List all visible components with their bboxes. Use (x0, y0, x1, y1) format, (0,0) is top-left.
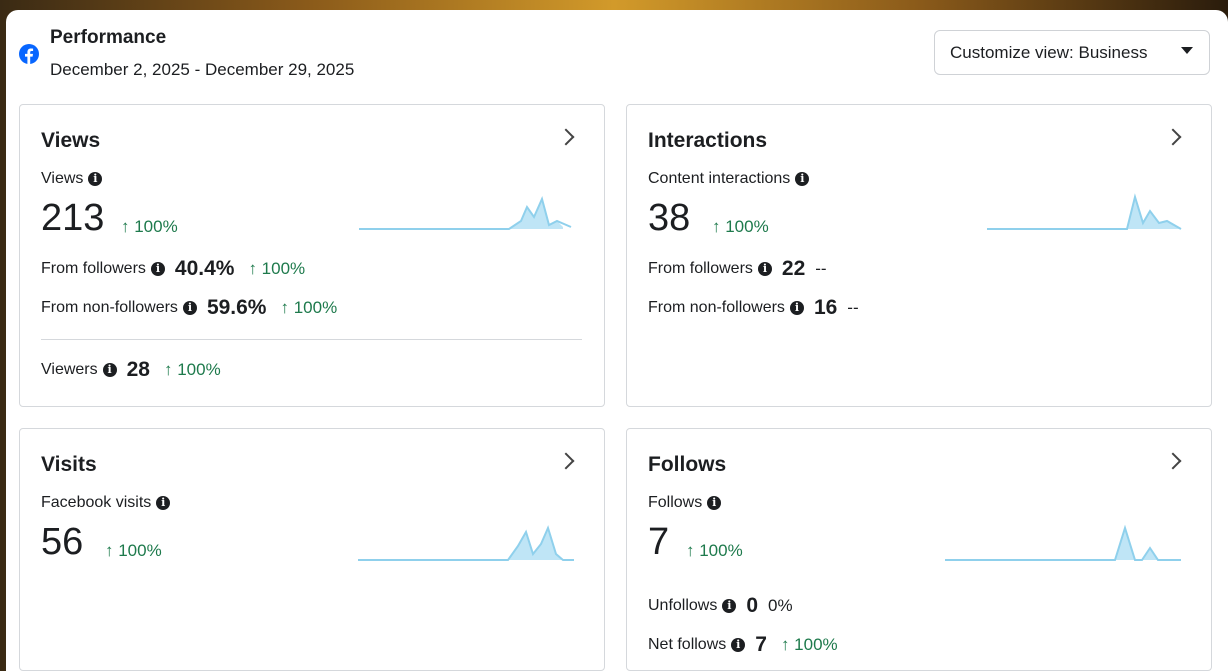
interactions-from-non-followers: From non-followers i 16 -- (648, 296, 859, 320)
info-icon[interactable]: i (156, 496, 171, 510)
follows-card[interactable]: Follows Follows i 7 ↑ 100% Unfollows i 0… (626, 428, 1212, 671)
row-value: 7 (755, 633, 767, 656)
row-label: Net follows (648, 636, 727, 653)
row-label: From followers (41, 260, 146, 277)
interactions-from-followers: From followers i 22 -- (648, 257, 827, 281)
customize-view-dropdown[interactable]: Customize view: Business (934, 30, 1210, 75)
views-from-non-followers: From non-followers i 59.6% ↑ 100% (41, 296, 337, 320)
row-value: 0 (746, 594, 759, 617)
follows-change: ↑ 100% (686, 541, 743, 560)
row-change: ↑ 100% (280, 298, 338, 317)
info-icon[interactable]: i (88, 172, 103, 186)
caret-down-icon (1181, 47, 1193, 54)
row-value: 40.4% (174, 257, 235, 280)
follows-unfollows: Unfollows i 0 0% (648, 594, 793, 618)
row-label: Viewers (41, 361, 98, 378)
row-value: 16 (813, 296, 838, 319)
metric-label-text: Facebook visits (41, 494, 152, 511)
row-label: From followers (648, 260, 753, 277)
row-value: 28 (126, 358, 150, 381)
views-from-followers: From followers i 40.4% ↑ 100% (41, 257, 305, 281)
info-icon[interactable]: i (795, 172, 810, 186)
chevron-right-icon[interactable] (1164, 452, 1182, 470)
card-title: Interactions (648, 129, 768, 152)
interactions-change: ↑ 100% (712, 217, 769, 236)
row-change: ↑ 100% (780, 635, 838, 654)
row-change: -- (815, 259, 827, 278)
metric-label-text: Follows (648, 494, 703, 511)
facebook-logo-icon (19, 44, 39, 64)
info-icon[interactable]: i (789, 301, 804, 315)
interactions-card[interactable]: Interactions Content interactions i 38 ↑… (626, 104, 1212, 407)
visits-metric-label: Facebook visits i (41, 494, 171, 512)
interactions-value: 38 (648, 197, 691, 239)
info-icon[interactable]: i (707, 496, 722, 510)
chevron-right-icon[interactable] (557, 128, 575, 146)
follows-metric-label: Follows i (648, 494, 722, 512)
info-icon[interactable]: i (102, 363, 117, 377)
visits-change: ↑ 100% (105, 541, 162, 560)
views-card[interactable]: Views Views i 213 ↑ 100% From followers … (19, 104, 605, 407)
visits-sparkline (358, 525, 574, 561)
metric-label-text: Content interactions (648, 170, 791, 187)
visits-card[interactable]: Visits Facebook visits i 56 ↑ 100% (19, 428, 605, 671)
info-icon[interactable]: i (731, 638, 746, 652)
views-metric-label: Views i (41, 170, 103, 188)
divider (41, 339, 582, 340)
card-title: Visits (41, 453, 97, 476)
interactions-metric-label: Content interactions i (648, 170, 810, 188)
info-icon[interactable]: i (757, 262, 772, 276)
card-title: Follows (648, 453, 727, 476)
info-icon[interactable]: i (150, 262, 165, 276)
visits-value: 56 (41, 521, 84, 563)
info-icon[interactable]: i (722, 599, 737, 613)
views-sparkline (359, 196, 572, 230)
row-change: 0% (768, 596, 793, 615)
views-viewers: Viewers i 28 ↑ 100% (41, 358, 221, 382)
row-change: -- (847, 298, 859, 317)
row-value: 59.6% (206, 296, 267, 319)
follows-sparkline (945, 524, 1181, 561)
views-change: ↑ 100% (121, 217, 178, 236)
row-label: Unfollows (648, 597, 718, 614)
row-label: From non-followers (41, 299, 178, 316)
date-range: December 2, 2025 - December 29, 2025 (50, 60, 355, 79)
interactions-sparkline (987, 193, 1182, 230)
chevron-right-icon[interactable] (557, 452, 575, 470)
info-icon[interactable]: i (182, 301, 197, 315)
follows-net-follows: Net follows i 7 ↑ 100% (648, 633, 838, 657)
row-change: ↑ 100% (248, 259, 306, 278)
views-value: 213 (41, 197, 105, 239)
metric-label-text: Views (41, 170, 84, 187)
row-change: ↑ 100% (163, 360, 221, 379)
performance-panel: Performance December 2, 2025 - December … (6, 10, 1228, 671)
chevron-right-icon[interactable] (1164, 128, 1182, 146)
follows-value: 7 (648, 521, 670, 563)
row-label: From non-followers (648, 299, 785, 316)
card-title: Views (41, 129, 101, 152)
page-title: Performance (50, 27, 167, 48)
customize-view-label: Customize view: Business (950, 42, 1148, 62)
row-value: 22 (781, 257, 806, 280)
